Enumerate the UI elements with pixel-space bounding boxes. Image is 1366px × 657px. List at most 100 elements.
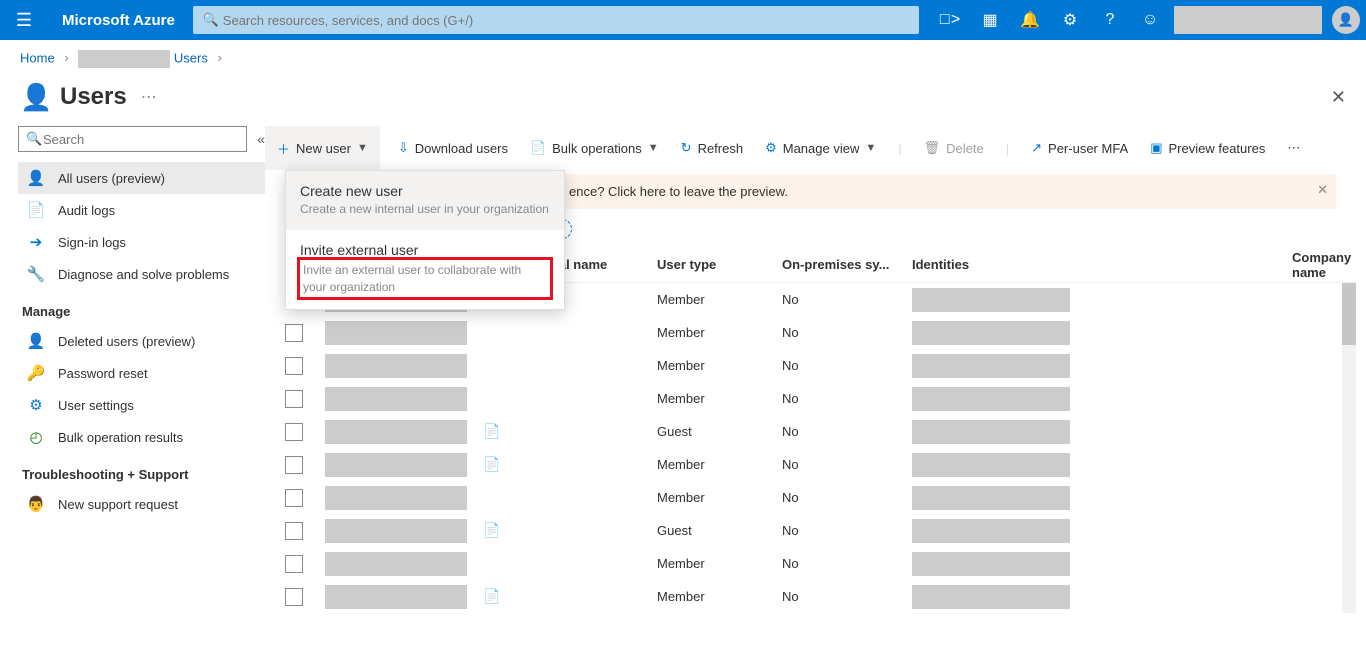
- refresh-button[interactable]: ↻Refresh: [681, 140, 743, 156]
- breadcrumb-tenant-redacted[interactable]: [78, 50, 170, 68]
- dropdown-item-desc: Invite an external user to collaborate w…: [300, 260, 550, 298]
- download-icon: ⇩: [398, 140, 409, 156]
- per-user-mfa-button[interactable]: ↗Per-user MFA: [1031, 140, 1128, 156]
- nav-all-users[interactable]: 👤 All users (preview): [18, 162, 265, 194]
- cloud-shell-icon[interactable]: □ >: [930, 11, 970, 29]
- create-new-user-item[interactable]: Create new user Create a new internal us…: [286, 171, 564, 230]
- notifications-icon[interactable]: 🔔: [1010, 10, 1050, 30]
- copy-icon[interactable]: 📄: [483, 456, 500, 473]
- cell-onprem: No: [782, 523, 912, 538]
- row-checkbox[interactable]: [285, 522, 303, 540]
- delete-button[interactable]: 🗑Delete: [924, 140, 984, 156]
- cell-onprem: No: [782, 358, 912, 373]
- directories-icon[interactable]: ▦: [970, 10, 1010, 30]
- table-row[interactable]: MemberNo: [285, 316, 1356, 349]
- copy-icon[interactable]: 📄: [483, 588, 500, 605]
- bulk-operations-button[interactable]: 📄Bulk operations▼: [530, 140, 659, 156]
- table-row[interactable]: MemberNo: [285, 481, 1356, 514]
- row-checkbox[interactable]: [285, 390, 303, 408]
- page-title: Users: [60, 83, 127, 111]
- nav-label: Diagnose and solve problems: [58, 267, 229, 282]
- preview-icon: ▣: [1150, 140, 1162, 156]
- copy-icon[interactable]: 📄: [483, 522, 500, 539]
- table-row[interactable]: MemberNo: [285, 349, 1356, 382]
- manage-view-button[interactable]: ⚙Manage view▼: [765, 140, 876, 156]
- row-checkbox[interactable]: [285, 456, 303, 474]
- nav-user-settings[interactable]: ⚙User settings: [18, 389, 265, 421]
- cell-onprem: No: [782, 292, 912, 307]
- refresh-icon: ↻: [681, 140, 692, 156]
- identities-redacted: [912, 387, 1070, 411]
- wrench-icon: 🔧: [26, 265, 46, 283]
- preview-features-button[interactable]: ▣ Preview features: [1150, 140, 1265, 156]
- collapse-icon[interactable]: «: [257, 131, 265, 147]
- global-search-input[interactable]: [193, 6, 919, 34]
- table-row[interactable]: MemberNo: [285, 547, 1356, 580]
- nav-audit-logs[interactable]: 📄Audit logs: [18, 194, 265, 226]
- users-icon: 👤: [20, 82, 50, 112]
- table-row[interactable]: 📄GuestNo: [285, 514, 1356, 547]
- cell-onprem: No: [782, 556, 912, 571]
- more-icon[interactable]: ⋯: [141, 87, 159, 107]
- nav-support-request[interactable]: 👨New support request: [18, 488, 265, 520]
- cell-onprem: No: [782, 391, 912, 406]
- nav-search-input[interactable]: [18, 126, 247, 152]
- row-checkbox[interactable]: [285, 357, 303, 375]
- nav-signin-logs[interactable]: ➔Sign-in logs: [18, 226, 265, 258]
- table-row[interactable]: 📄MemberNo: [285, 580, 1356, 613]
- search-icon: 🔍: [26, 131, 42, 147]
- col-onprem[interactable]: On-premises sy...: [782, 257, 912, 272]
- col-usertype[interactable]: User type: [657, 257, 782, 272]
- nav-label: All users (preview): [58, 171, 165, 186]
- bulk-icon: 📄: [530, 140, 546, 156]
- cell-usertype: Member: [657, 490, 782, 505]
- breadcrumb-home[interactable]: Home: [20, 50, 55, 65]
- scrollbar-track[interactable]: [1342, 283, 1356, 613]
- close-icon[interactable]: ✕: [1331, 87, 1346, 108]
- table-row[interactable]: MemberNo: [285, 382, 1356, 415]
- new-user-button[interactable]: ＋New user▼: [265, 126, 380, 170]
- banner-text: ence? Click here to leave the preview.: [569, 184, 788, 199]
- download-users-button[interactable]: ⇩Download users: [398, 140, 508, 156]
- account-avatar[interactable]: 👤: [1326, 6, 1366, 34]
- row-checkbox[interactable]: [285, 489, 303, 507]
- table-row[interactable]: 📄GuestNo: [285, 415, 1356, 448]
- cell-usertype: Member: [657, 358, 782, 373]
- row-checkbox[interactable]: [285, 423, 303, 441]
- row-checkbox[interactable]: [285, 555, 303, 573]
- copy-icon[interactable]: 📄: [483, 423, 500, 440]
- col-identities[interactable]: Identities: [912, 257, 1087, 272]
- nav-password-reset[interactable]: 🔑Password reset: [18, 357, 265, 389]
- row-checkbox[interactable]: [285, 324, 303, 342]
- settings-icon[interactable]: ⚙: [1050, 10, 1090, 30]
- chevron-down-icon: ▼: [648, 142, 659, 154]
- signin-icon: ➔: [26, 233, 46, 251]
- btn-label: Per-user MFA: [1048, 141, 1128, 156]
- col-company[interactable]: Company name: [1292, 250, 1356, 280]
- nav-label: User settings: [58, 398, 134, 413]
- display-name-redacted: [325, 321, 467, 345]
- display-name-redacted: [325, 420, 467, 444]
- btn-label: Manage view: [783, 141, 860, 156]
- hamburger-icon[interactable]: ☰: [0, 10, 48, 31]
- cell-onprem: No: [782, 325, 912, 340]
- person-icon: 👤: [26, 169, 46, 187]
- scrollbar-thumb[interactable]: [1342, 283, 1356, 345]
- feedback-icon[interactable]: ☺: [1130, 11, 1170, 29]
- invite-external-user-item[interactable]: Invite external user Invite an external …: [286, 230, 564, 310]
- nav-diagnose[interactable]: 🔧 Diagnose and solve problems: [18, 258, 265, 290]
- nav-deleted-users[interactable]: 👤Deleted users (preview): [18, 325, 265, 357]
- help-icon[interactable]: ?: [1090, 11, 1130, 29]
- close-icon[interactable]: ✕: [1317, 182, 1328, 198]
- nav-label: Password reset: [58, 366, 148, 381]
- table-row[interactable]: 📄MemberNo: [285, 448, 1356, 481]
- row-checkbox[interactable]: [285, 588, 303, 606]
- overflow-button[interactable]: ⋯: [1287, 140, 1300, 156]
- display-name-redacted: [325, 519, 467, 543]
- nav-bulk-results[interactable]: ◴Bulk operation results: [18, 421, 265, 453]
- nav-label: Audit logs: [58, 203, 115, 218]
- brand-logo[interactable]: Microsoft Azure: [48, 12, 189, 29]
- breadcrumb-users[interactable]: Users: [174, 50, 208, 65]
- dropdown-item-title: Create new user: [300, 183, 550, 199]
- btn-label: Preview features: [1169, 141, 1266, 156]
